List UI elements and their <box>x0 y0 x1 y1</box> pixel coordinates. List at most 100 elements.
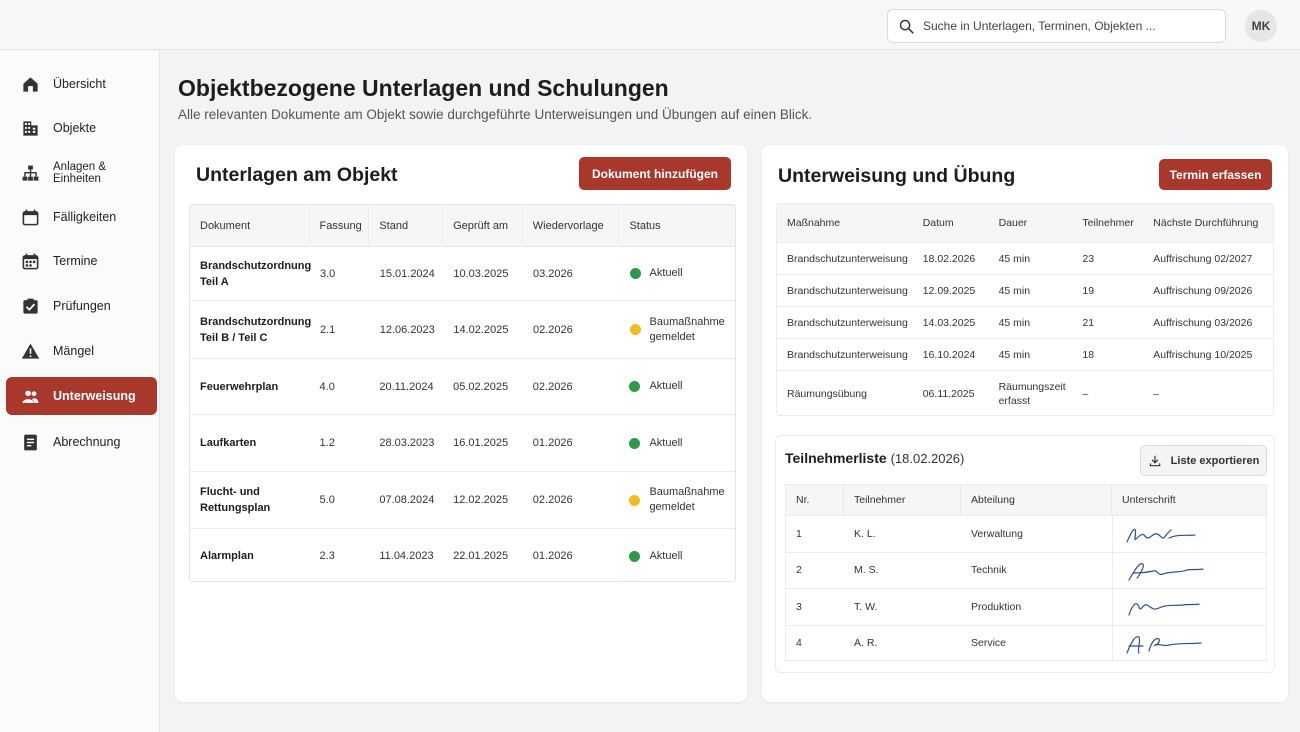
status-badge: Aktuell <box>619 549 735 564</box>
column-header: Abteilung <box>961 485 1112 515</box>
document-name: Brandschutzordnung Teil A <box>200 259 312 288</box>
sidebar-item-anlagen[interactable]: Anlagen & Einheiten <box>6 154 157 192</box>
search-input[interactable] <box>923 19 1213 33</box>
sidebar-item-faelligkeiten[interactable]: Fälligkeiten <box>6 198 157 236</box>
add-appointment-button[interactable]: Termin erfassen <box>1159 159 1272 190</box>
status-text: Aktuell <box>649 549 683 562</box>
sidebar-item-termine[interactable]: Termine <box>6 242 157 280</box>
table-row[interactable]: 4 A. R. Service <box>786 624 1266 662</box>
table-row[interactable]: Brandschutzunterweisung 12.09.2025 45 min 1… <box>777 274 1273 306</box>
training-next: – <box>1153 388 1160 400</box>
table-row[interactable]: Laufkarten 1.2 28.03.2023 16.01.2025 01.2026… <box>190 415 735 472</box>
table-row[interactable]: 1 K. L. Verwaltung <box>786 515 1266 552</box>
participant-name: K. L. <box>854 527 876 540</box>
export-list-button[interactable]: Liste exportieren <box>1140 445 1267 476</box>
status-text: Aktuell <box>649 436 683 449</box>
table-row[interactable]: Brandschutzunterweisung 14.03.2025 45 min 2… <box>777 306 1273 338</box>
document-name: Flucht- und Rettungsplan <box>200 486 271 514</box>
document-name: Feuerwehrplan <box>200 380 279 393</box>
training-date: 14.03.2025 <box>922 316 976 329</box>
training-duration: 45 min <box>998 316 1031 329</box>
participant-department: Produktion <box>971 600 1022 613</box>
document-resubmission: 01.2026 <box>532 437 573 449</box>
sidebar-item-label: Objekte <box>53 121 97 135</box>
status-badge: Aktuell <box>619 436 735 451</box>
participant-number: 4 <box>796 637 802 650</box>
column-header: Maßnahme <box>787 217 841 229</box>
document-stand: 15.01.2024 <box>379 267 435 280</box>
table-header: Maßnahme Datum Dauer Teilnehmer Nächste … <box>777 204 1273 242</box>
avatar[interactable]: MK <box>1245 10 1277 42</box>
sidebar-item-unterweisung[interactable]: Unterweisung <box>6 377 157 415</box>
table-row[interactable]: 2 M. S. Technik <box>786 551 1266 589</box>
training-title: Unterweisung und Übung <box>778 165 1016 187</box>
training-participants: 23 <box>1082 252 1095 265</box>
document-checked-date: 10.03.2025 <box>453 267 509 280</box>
training-measure: Brandschutzunterweisung <box>787 284 908 297</box>
status-dot <box>629 268 641 279</box>
document-resubmission: 02.2026 <box>532 380 573 393</box>
attendance-title-text: Teilnehmerliste <box>785 450 887 466</box>
document-stand: 07.08.2024 <box>379 494 435 506</box>
table-row[interactable]: Brandschutzordnung Teil B / Teil C 2.1 12.… <box>190 301 735 359</box>
training-participants: 18 <box>1082 348 1095 361</box>
table-row[interactable]: Flucht- und Rettungsplan 5.0 07.08.2024 12.… <box>190 472 735 529</box>
status-text: Baumaßnahme gemeldet <box>649 486 725 513</box>
table-row[interactable]: Brandschutzunterweisung 16.10.2024 45 min 1… <box>777 338 1273 370</box>
training-duration: 45 min <box>998 252 1031 265</box>
status-text: Baumaßnahme gemeldet <box>649 315 725 343</box>
sidebar-item-label: Termine <box>53 254 98 268</box>
training-measure: Brandschutzunterweisung <box>787 348 908 361</box>
table-row[interactable]: Brandschutzunterweisung 18.02.2026 45 min 2… <box>777 242 1273 274</box>
participant-number: 1 <box>796 527 802 540</box>
sidebar-item-abrechnung[interactable]: Abrechnung <box>6 423 157 461</box>
sidebar-item-label: Fälligkeiten <box>53 210 117 224</box>
table-row[interactable]: Alarmplan 2.3 11.04.2023 22.01.2025 01.2026 A… <box>190 529 735 581</box>
training-next: Auffrischung 10/2025 <box>1153 348 1253 361</box>
document-resubmission: 02.2026 <box>533 323 573 336</box>
training-participants: – <box>1082 388 1089 400</box>
training-measure: Räumungsübung <box>787 388 867 400</box>
training-participants: 21 <box>1082 316 1095 329</box>
documents-card: Unterlagen am Objekt Dokument hinzufügen… <box>175 145 747 702</box>
documents-rows: Brandschutzordnung Teil A 3.0 15.01.2024 10… <box>190 247 735 581</box>
table-row[interactable]: Brandschutzordnung Teil A 3.0 15.01.2024 10… <box>190 247 735 301</box>
document-stand: 20.11.2024 <box>379 380 434 393</box>
attendance-title: Teilnehmerliste (18.02.2026) <box>785 450 964 466</box>
participant-department: Verwaltung <box>971 527 1023 540</box>
document-resubmission: 01.2026 <box>532 550 573 562</box>
document-version: 1.2 <box>319 437 335 449</box>
participant-department: Technik <box>971 564 1007 577</box>
document-resubmission: 03.2026 <box>533 267 573 280</box>
column-header: Teilnehmer <box>1082 217 1134 229</box>
status-text: Aktuell <box>649 380 683 392</box>
add-document-button[interactable]: Dokument hinzufügen <box>579 157 731 190</box>
sidebar-item-uebersicht[interactable]: Übersicht <box>6 65 157 103</box>
document-checked-date: 22.01.2025 <box>453 550 509 562</box>
export-button-label: Liste exportieren <box>1170 454 1260 467</box>
table-row[interactable]: Feuerwehrplan 4.0 20.11.2024 05.02.2025 02.2… <box>190 359 735 415</box>
document-version: 2.1 <box>320 323 336 336</box>
table-row[interactable]: 3 T. W. Produktion <box>786 588 1266 625</box>
home-icon <box>23 76 38 92</box>
table-header: Nr. Teilnehmer Abteilung Unterschrift <box>786 485 1266 515</box>
warning-icon <box>21 343 40 359</box>
sidebar-item-maengel[interactable]: Mängel <box>6 332 157 370</box>
sidebar-item-label: Prüfungen <box>53 299 111 313</box>
sidebar-item-pruefungen[interactable]: Prüfungen <box>6 287 157 325</box>
column-header: Teilnehmer <box>844 485 961 515</box>
search-box[interactable] <box>887 9 1226 43</box>
top-bar: MK <box>0 0 1300 50</box>
status-badge: Aktuell <box>619 379 735 394</box>
column-header: Geprüft am <box>443 205 523 247</box>
column-header: Dauer <box>998 217 1028 229</box>
column-header: Unterschrift <box>1122 494 1176 506</box>
table-header: Dokument Fassung Stand Geprüft am Wieder… <box>190 205 735 247</box>
training-date: 18.02.2026 <box>922 252 976 265</box>
participant-department: Service <box>971 637 1007 650</box>
calendar-icon <box>22 209 39 225</box>
document-checked-date: 12.02.2025 <box>453 494 509 506</box>
table-row[interactable]: Räumungsübung 06.11.2025 Räumungszeit erfa… <box>777 370 1273 415</box>
sidebar-item-objekte[interactable]: Objekte <box>6 109 157 147</box>
signature-icon <box>1128 602 1200 616</box>
